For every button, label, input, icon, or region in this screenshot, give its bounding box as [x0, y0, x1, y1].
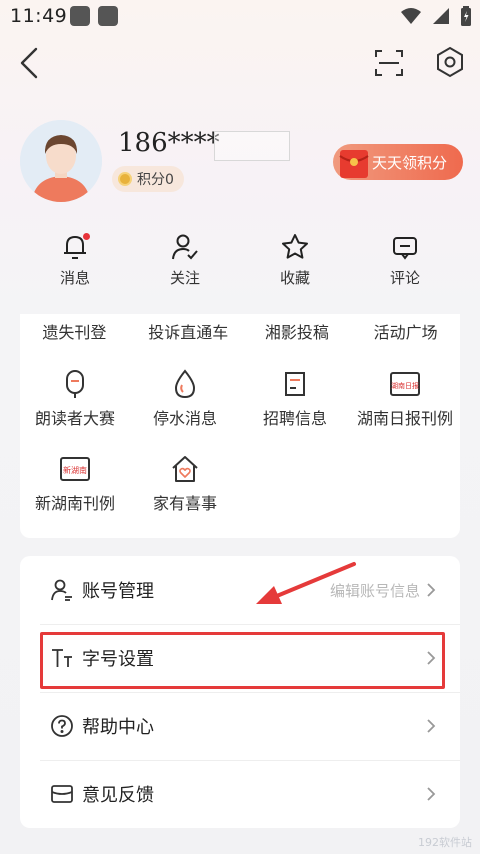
- bell-icon: [60, 232, 90, 262]
- back-icon[interactable]: [14, 46, 44, 80]
- account-icon: [50, 578, 74, 602]
- quick-action-follow[interactable]: 关注: [130, 232, 240, 292]
- settings-account[interactable]: 账号管理 编辑账号信息: [20, 556, 460, 624]
- service-water-outage[interactable]: 停水消息: [130, 368, 240, 429]
- points-badge[interactable]: 积分0: [112, 166, 184, 192]
- service-label: 停水消息: [152, 409, 217, 428]
- comment-icon: [390, 232, 420, 262]
- recruit-icon: [279, 368, 311, 400]
- settings-help-center[interactable]: 帮助中心: [20, 692, 460, 760]
- settings-label: 账号管理: [82, 581, 154, 602]
- new-hunan-logo-icon: 新湖南: [59, 453, 91, 485]
- microphone-icon: [59, 368, 91, 400]
- quick-action-label: 评论: [389, 269, 420, 287]
- red-envelope-icon: [336, 146, 372, 180]
- service-new-hunan-rates[interactable]: 新湖南 新湖南刊例: [20, 453, 130, 514]
- chevron-right-icon: [426, 786, 438, 802]
- notification-icon: [98, 6, 118, 26]
- settings-feedback[interactable]: 意见反馈: [20, 760, 460, 828]
- quick-action-label: 关注: [169, 269, 200, 287]
- svg-text:新湖南: 新湖南: [63, 465, 87, 475]
- service-label: 湖南日报刊例: [356, 409, 453, 428]
- service-family-events[interactable]: 家有喜事: [130, 453, 240, 514]
- services-card: 遗失刊登 投诉直通车 湘影投稿 活动广场 朗读者大赛 停水消息 招聘信息 湖南日…: [20, 314, 460, 538]
- notification-icon: [70, 6, 90, 26]
- username[interactable]: 186****: [118, 128, 220, 158]
- chevron-right-icon: [426, 718, 438, 734]
- feedback-icon: [50, 782, 74, 806]
- chevron-right-icon: [426, 582, 438, 598]
- unread-badge: [83, 233, 90, 240]
- quick-action-label: 消息: [59, 269, 90, 287]
- service-lost-notice[interactable]: 遗失刊登: [25, 319, 124, 343]
- annotation-highlight-box: [40, 632, 445, 689]
- star-icon: [280, 232, 310, 262]
- service-label: 朗读者大赛: [34, 409, 115, 428]
- coin-icon: [118, 172, 132, 186]
- service-reader-contest[interactable]: 朗读者大赛: [20, 368, 130, 429]
- service-hunan-daily-rates[interactable]: 湖南日报 湖南日报刊例: [350, 368, 460, 429]
- quick-action-messages[interactable]: 消息: [20, 232, 130, 292]
- quick-action-comments[interactable]: 评论: [350, 232, 460, 292]
- service-label: 招聘信息: [262, 409, 327, 428]
- service-submission[interactable]: 湘影投稿: [243, 319, 352, 343]
- status-time: 11:49: [10, 5, 68, 27]
- daily-points-label: 天天领积分: [371, 153, 447, 172]
- help-icon: [50, 714, 74, 738]
- settings-label: 帮助中心: [82, 717, 154, 738]
- username-edit-area[interactable]: [214, 131, 290, 161]
- annotation-arrow-icon: [250, 560, 360, 610]
- quick-actions: 消息 关注 收藏 评论: [20, 232, 460, 292]
- quick-action-favorites[interactable]: 收藏: [240, 232, 350, 292]
- service-label: 新湖南刊例: [34, 494, 115, 513]
- watermark: 192软件站: [418, 836, 472, 849]
- service-recruitment[interactable]: 招聘信息: [240, 368, 350, 429]
- settings-icon[interactable]: [432, 44, 468, 80]
- scan-icon[interactable]: [372, 46, 406, 80]
- water-drop-icon: [169, 368, 201, 400]
- points-label: 积分0: [137, 172, 174, 188]
- hunan-daily-logo-icon: 湖南日报: [389, 368, 421, 400]
- service-activity-square[interactable]: 活动广场: [351, 319, 460, 343]
- status-bar: 11:49: [0, 0, 480, 34]
- home-heart-icon: [169, 453, 201, 485]
- signal-icon: [432, 7, 450, 29]
- settings-label: 意见反馈: [82, 785, 154, 806]
- settings-card: 账号管理 编辑账号信息 字号设置 帮助中心 意见反馈: [20, 556, 460, 828]
- wifi-icon: [400, 7, 422, 29]
- avatar[interactable]: [20, 120, 102, 202]
- service-complaint[interactable]: 投诉直通车: [134, 319, 243, 343]
- svg-text:湖南日报: 湖南日报: [391, 381, 419, 390]
- service-label: 家有喜事: [152, 494, 217, 513]
- services-top-row: 遗失刊登 投诉直通车 湘影投稿 活动广场: [20, 319, 460, 343]
- battery-icon: [460, 6, 472, 30]
- follow-user-icon: [170, 232, 200, 262]
- quick-action-label: 收藏: [279, 269, 310, 287]
